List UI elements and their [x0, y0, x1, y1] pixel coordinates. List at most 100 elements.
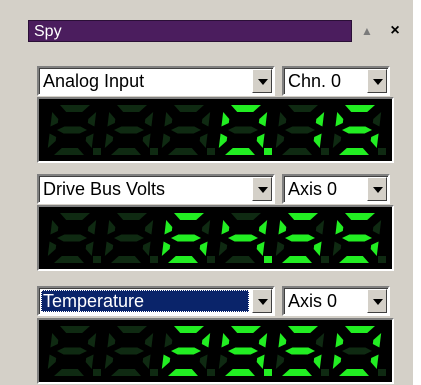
- digit-segment: [221, 112, 230, 127]
- digit-segment: [282, 148, 312, 155]
- seven-segment-readout: [47, 105, 386, 155]
- digit-segment: [60, 105, 90, 112]
- digit-segment: [218, 354, 228, 369]
- digit-segment: [201, 220, 211, 235]
- digit-segment: [278, 220, 287, 235]
- digit-segment: [278, 333, 287, 348]
- digit-segment: [47, 354, 57, 369]
- digit-segment: [107, 333, 116, 348]
- signal-select-1[interactable]: Analog Input: [37, 66, 275, 96]
- digit-segment: [107, 112, 116, 127]
- digit-segment: [161, 133, 171, 148]
- digit-segment: [345, 105, 375, 112]
- digit-segment: [258, 220, 268, 235]
- digit-segment: [313, 133, 322, 148]
- digit-segment: [111, 256, 141, 263]
- axis-select-value: Axis 0: [288, 179, 338, 199]
- decimal-point: [264, 256, 272, 263]
- chevron-down-icon[interactable]: [367, 289, 387, 313]
- digit-segment: [199, 133, 208, 148]
- digit-segment: [342, 234, 372, 242]
- axis-select-3[interactable]: Axis 0: [282, 286, 390, 316]
- triangle-up-icon[interactable]: ▲: [358, 20, 376, 42]
- digit-segment: [256, 133, 265, 148]
- digit-segment: [111, 369, 141, 376]
- digit-segment: [345, 213, 375, 220]
- digit-segment: [85, 354, 94, 369]
- digit-segment: [161, 354, 171, 369]
- seven-segment-readout: [47, 326, 386, 376]
- panel-edge: [413, 0, 421, 385]
- digit-segment: [57, 234, 87, 242]
- digit-segment: [174, 213, 204, 220]
- digit-segment: [60, 213, 90, 220]
- signal-select-value: Analog Input: [43, 71, 145, 91]
- decimal-point: [321, 369, 329, 376]
- decimal-point: [207, 148, 215, 155]
- channel-select-1[interactable]: Chn. 0: [282, 66, 390, 96]
- chevron-down-icon[interactable]: [367, 177, 387, 201]
- chevron-down-icon[interactable]: [252, 69, 272, 93]
- digit-segment: [85, 241, 94, 256]
- digit-segment: [342, 126, 372, 134]
- digit-segment: [54, 148, 84, 155]
- digit-segment: [107, 220, 116, 235]
- digit-segment: [231, 105, 261, 112]
- digit-segment: [85, 133, 94, 148]
- digit-segment: [345, 326, 375, 333]
- digit-segment: [313, 354, 322, 369]
- close-button[interactable]: ×: [386, 20, 404, 42]
- digit-segment: [117, 213, 147, 220]
- decimal-point: [378, 148, 386, 155]
- signal-select-2[interactable]: Drive Bus Volts: [37, 174, 275, 204]
- digit-segment: [332, 133, 342, 148]
- decimal-point: [93, 256, 101, 263]
- digit-segment: [57, 347, 87, 355]
- digit-segment: [288, 105, 318, 112]
- digit-segment: [339, 256, 369, 263]
- digit-segment: [332, 241, 342, 256]
- digit-segment: [285, 347, 315, 355]
- decimal-point: [150, 148, 158, 155]
- chevron-down-icon[interactable]: [252, 177, 272, 201]
- decimal-point: [264, 369, 272, 376]
- digit-segment: [54, 256, 84, 263]
- digit-segment: [201, 333, 211, 348]
- window-title: Spy: [34, 23, 62, 40]
- chevron-down-icon[interactable]: [367, 69, 387, 93]
- digit-segment: [228, 234, 258, 242]
- digit-segment: [218, 133, 228, 148]
- digit-segment: [142, 133, 151, 148]
- digit-segment: [342, 347, 372, 355]
- digit-segment: [54, 369, 84, 376]
- channel-select-value: Chn. 0: [288, 71, 342, 91]
- digit-segment: [370, 133, 379, 148]
- digit-segment: [50, 112, 59, 127]
- digit-segment: [231, 326, 261, 333]
- digit-segment: [104, 354, 114, 369]
- digit-segment: [114, 234, 144, 242]
- decimal-point: [150, 256, 158, 263]
- digit-segment: [372, 220, 382, 235]
- signal-select-3[interactable]: Temperature: [37, 286, 275, 316]
- digit-segment: [225, 148, 255, 155]
- digit-segment: [372, 112, 382, 127]
- digit-segment: [144, 112, 154, 127]
- axis-select-2[interactable]: Axis 0: [282, 174, 390, 204]
- digit-segment: [114, 126, 144, 134]
- digit-segment: [288, 213, 318, 220]
- digit-segment: [168, 148, 198, 155]
- title-bar[interactable]: Spy: [28, 20, 352, 42]
- decimal-point: [321, 256, 329, 263]
- digit-segment: [171, 347, 201, 355]
- digit-segment: [335, 112, 344, 127]
- digit-segment: [231, 213, 261, 220]
- decimal-point: [321, 148, 329, 155]
- signal-select-value: Temperature: [41, 290, 249, 312]
- chevron-down-icon[interactable]: [252, 289, 272, 313]
- digit-segment: [50, 220, 59, 235]
- digit-segment: [60, 326, 90, 333]
- digit-segment: [339, 148, 369, 155]
- digit-segment: [171, 234, 201, 242]
- decimal-point: [207, 369, 215, 376]
